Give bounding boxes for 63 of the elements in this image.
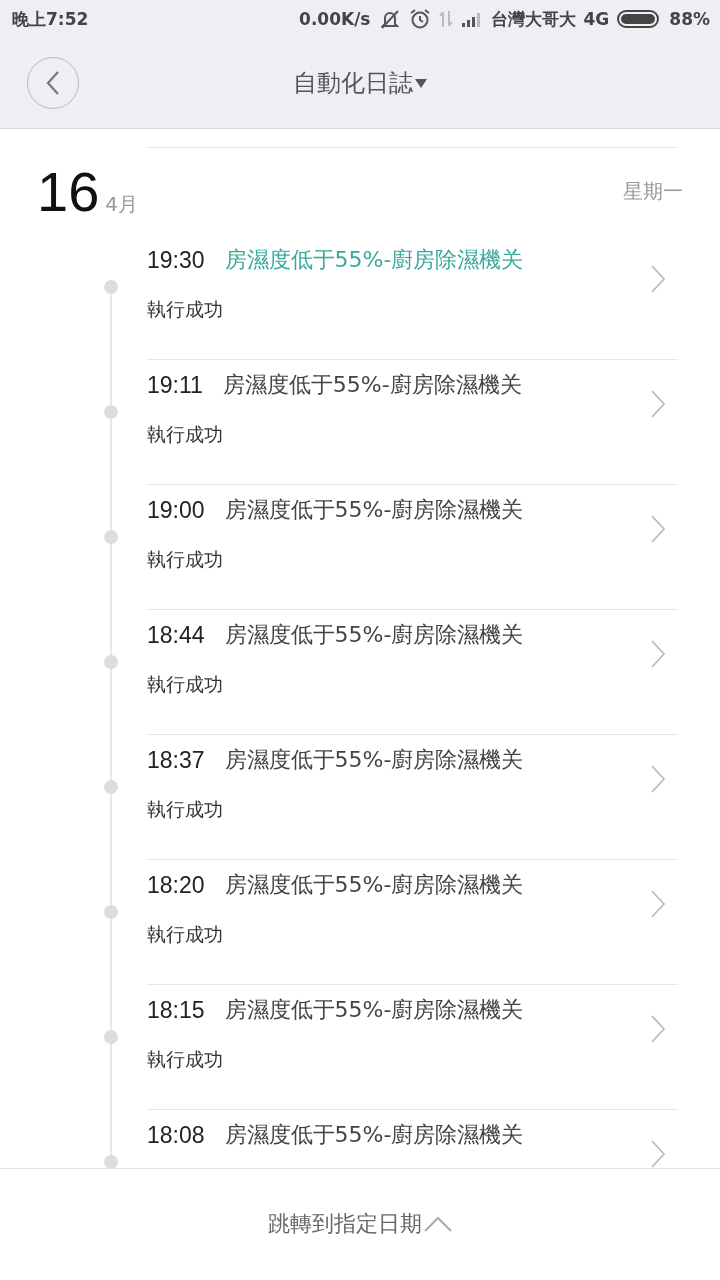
chevron-right-icon xyxy=(651,765,665,793)
weekday-label: 星期一 xyxy=(623,178,683,205)
date-day: 16 xyxy=(37,159,100,224)
log-entry[interactable]: 18:37 房濕度低于55%-廚房除濕機关 執行成功 xyxy=(0,735,720,860)
entry-title: 房濕度低于55%-廚房除濕機关 xyxy=(224,621,524,649)
entry-time: 18:20 xyxy=(147,871,205,899)
log-entry[interactable]: 18:44 房濕度低于55%-廚房除濕機关 執行成功 xyxy=(0,610,720,735)
clock-time: 晚上7:52 xyxy=(12,7,89,31)
timeline-dot xyxy=(104,905,118,919)
entry-time: 18:44 xyxy=(147,621,205,649)
data-arrows-icon xyxy=(438,9,453,29)
chevron-right-icon xyxy=(651,390,665,418)
entry-status: 執行成功 xyxy=(147,547,224,572)
log-entry[interactable]: 19:11 房濕度低于55%-廚房除濕機关 執行成功 xyxy=(0,360,720,485)
entry-time: 18:15 xyxy=(147,996,205,1024)
jump-to-date-button[interactable]: 跳轉到指定日期 xyxy=(268,1208,452,1239)
title-dropdown[interactable]: 自動化日誌 xyxy=(293,67,427,99)
entry-title: 房濕度低于55%-廚房除濕機关 xyxy=(224,246,524,274)
battery-icon xyxy=(617,9,662,29)
entry-title: 房濕度低于55%-廚房除濕機关 xyxy=(224,996,524,1024)
entry-status: 執行成功 xyxy=(147,922,224,947)
chevron-up-icon xyxy=(424,1215,452,1232)
entry-title: 房濕度低于55%-廚房除濕機关 xyxy=(224,871,524,899)
timeline-dot xyxy=(104,405,118,419)
signal-icon xyxy=(460,11,483,27)
entry-status: 執行成功 xyxy=(147,422,224,447)
chevron-right-icon xyxy=(651,890,665,918)
timeline-dot xyxy=(104,780,118,794)
muted-bell-icon xyxy=(378,8,401,30)
battery-percent: 88% xyxy=(669,9,710,29)
timeline-dot xyxy=(104,280,118,294)
log-entry[interactable]: 18:20 房濕度低于55%-廚房除濕機关 執行成功 xyxy=(0,860,720,985)
entry-status: 執行成功 xyxy=(147,1047,224,1072)
entry-time: 19:11 xyxy=(147,371,203,399)
log-entry[interactable]: 19:30 房濕度低于55%-廚房除濕機关 執行成功 xyxy=(0,235,720,360)
dropdown-caret-icon xyxy=(415,78,427,88)
entry-title: 房濕度低于55%-廚房除濕機关 xyxy=(224,496,524,524)
entry-status: 執行成功 xyxy=(147,297,224,322)
timeline-dot xyxy=(104,530,118,544)
carrier-name: 台灣大哥大 xyxy=(490,7,576,31)
back-chevron-icon xyxy=(46,70,60,96)
network-type: 4G xyxy=(583,9,610,29)
entry-time: 18:37 xyxy=(147,746,205,774)
timeline-dot xyxy=(104,655,118,669)
entry-title: 房濕度低于55%-廚房除濕機关 xyxy=(222,371,522,399)
timeline-dot xyxy=(104,1030,118,1044)
chevron-right-icon xyxy=(651,265,665,293)
entry-status: 執行成功 xyxy=(147,672,224,697)
chevron-right-icon xyxy=(651,1015,665,1043)
entry-title: 房濕度低于55%-廚房除濕機关 xyxy=(224,1121,524,1149)
chevron-right-icon xyxy=(651,515,665,543)
date-month: 4月 xyxy=(105,191,139,218)
entry-status: 執行成功 xyxy=(147,797,224,822)
entry-time: 18:08 xyxy=(147,1121,205,1149)
entry-time: 19:30 xyxy=(147,246,205,274)
entry-title: 房濕度低于55%-廚房除濕機关 xyxy=(224,746,524,774)
network-speed: 0.00K/s xyxy=(299,9,371,29)
log-entry[interactable]: 19:00 房濕度低于55%-廚房除濕機关 執行成功 xyxy=(0,485,720,610)
log-entry[interactable]: 18:15 房濕度低于55%-廚房除濕機关 執行成功 xyxy=(0,985,720,1110)
entry-time: 19:00 xyxy=(147,496,205,524)
chevron-right-icon xyxy=(651,1140,665,1168)
alarm-clock-icon xyxy=(408,8,431,30)
chevron-right-icon xyxy=(651,640,665,668)
